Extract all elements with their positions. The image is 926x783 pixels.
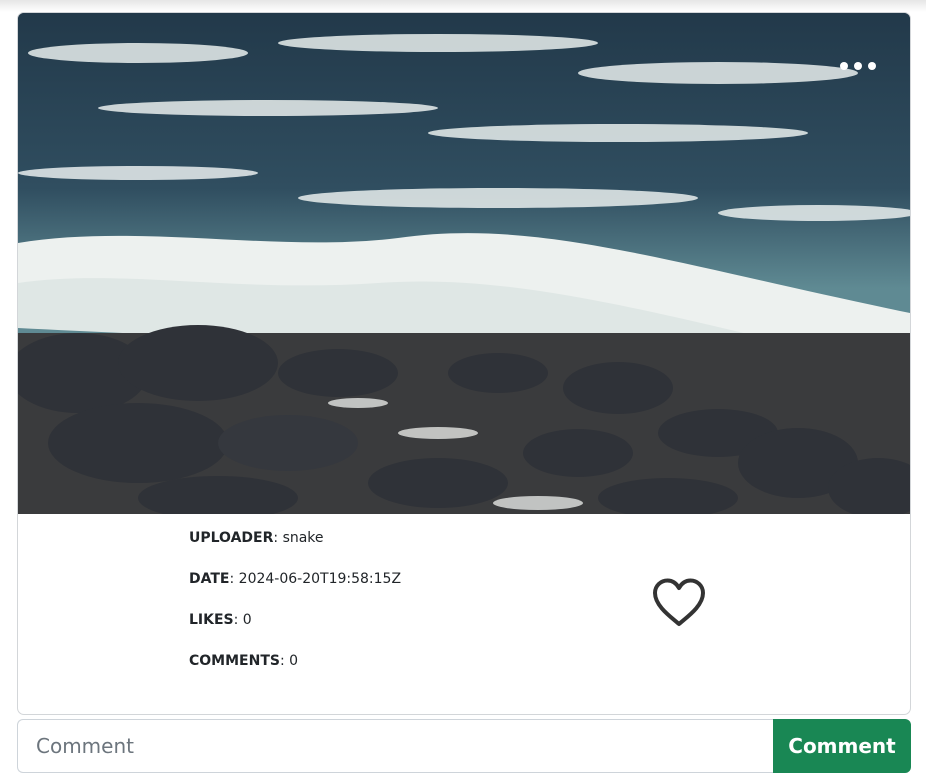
comment-form: Comment <box>17 719 911 773</box>
comments-value: 0 <box>289 653 299 669</box>
date-row: DATE: 2024-06-20T19:58:15Z <box>189 571 402 587</box>
date-value: 2024-06-20T19:58:15Z <box>238 571 402 587</box>
uploader-row: UPLOADER: snake <box>189 530 324 546</box>
comments-label: COMMENTS <box>189 653 280 669</box>
comments-row: COMMENTS: 0 <box>189 653 299 669</box>
heart-outline-icon <box>653 578 705 626</box>
more-options-button[interactable] <box>840 57 876 75</box>
comment-button[interactable]: Comment <box>773 719 911 773</box>
comment-input[interactable] <box>17 719 773 773</box>
post-info: UPLOADER: snake DATE: 2024-06-20T19:58:1… <box>189 530 589 694</box>
ellipsis-icon <box>868 62 876 70</box>
date-label: DATE <box>189 571 230 587</box>
top-shadow <box>0 0 926 12</box>
uploader-value: snake <box>282 530 324 546</box>
likes-label: LIKES <box>189 612 234 628</box>
ellipsis-icon <box>840 62 848 70</box>
uploader-label: UPLOADER <box>189 530 274 546</box>
like-button[interactable] <box>651 578 707 628</box>
post-image <box>18 13 910 514</box>
ellipsis-icon <box>854 62 862 70</box>
ocean-rocks-photo <box>18 13 910 514</box>
likes-row: LIKES: 0 <box>189 612 252 628</box>
likes-value: 0 <box>242 612 252 628</box>
